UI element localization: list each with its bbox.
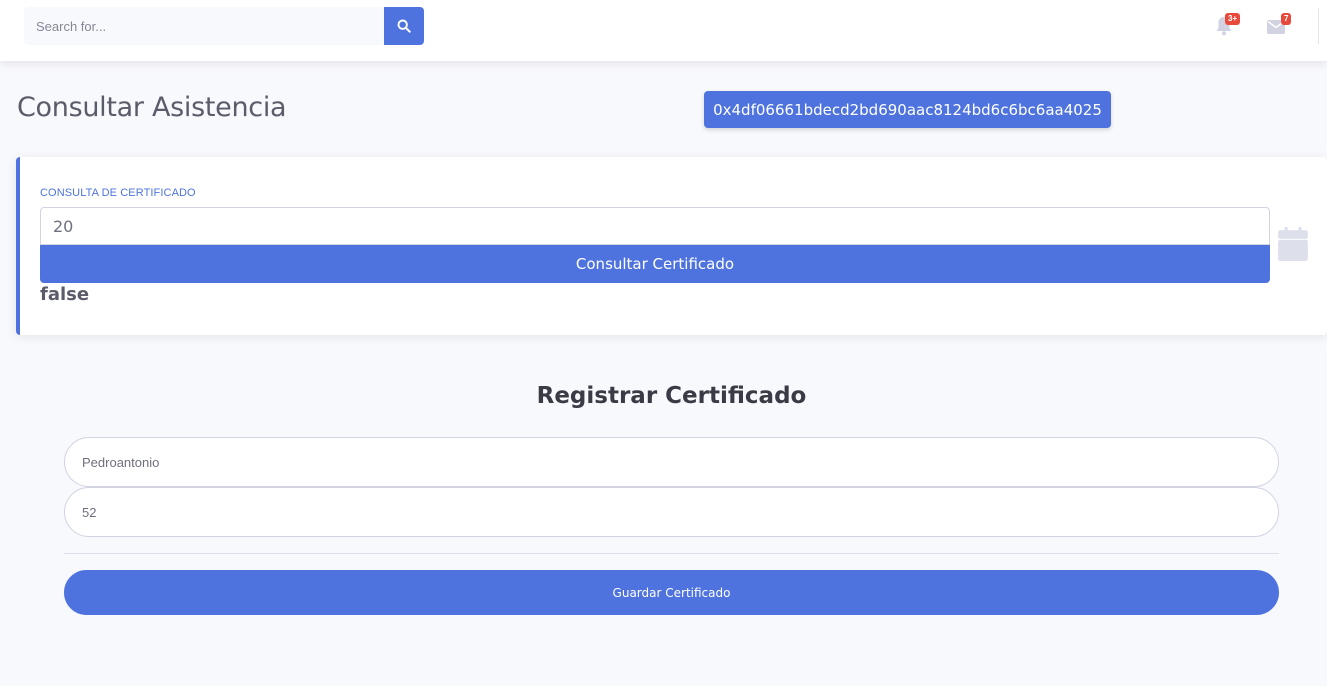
query-certificate-card: CONSULTA DE CERTIFICADO Consultar Certif… xyxy=(16,157,1327,335)
messages-button[interactable]: 7 xyxy=(1265,13,1292,38)
register-section-title: Registrar Certificado xyxy=(536,383,807,409)
search-input[interactable] xyxy=(24,7,384,45)
page-title: Consultar Asistencia xyxy=(17,92,287,123)
holder-name-input[interactable] xyxy=(64,437,1279,487)
query-card-label: CONSULTA DE CERTIFICADO xyxy=(40,187,196,199)
search-icon xyxy=(397,19,411,33)
query-result-text: false xyxy=(40,284,90,305)
account-address-button[interactable]: 0x4df06661bdecd2bd690aac8124bd6c6bc6aa40… xyxy=(704,91,1111,128)
alerts-button[interactable]: 3+ xyxy=(1212,13,1241,38)
topbar-divider xyxy=(1318,8,1319,44)
topbar: 3+ 7 xyxy=(0,0,1327,61)
query-certificate-button[interactable]: Consultar Certificado xyxy=(40,245,1270,283)
messages-count-badge: 7 xyxy=(1281,13,1292,25)
certificate-number-input[interactable] xyxy=(64,487,1279,537)
save-certificate-button[interactable]: Guardar Certificado xyxy=(64,570,1279,615)
search-button[interactable] xyxy=(384,7,424,45)
search-bar xyxy=(24,7,424,45)
calendar-icon xyxy=(1278,227,1308,261)
form-divider xyxy=(64,553,1279,554)
alerts-count-badge: 3+ xyxy=(1225,13,1241,25)
certificate-id-input[interactable] xyxy=(40,207,1270,245)
